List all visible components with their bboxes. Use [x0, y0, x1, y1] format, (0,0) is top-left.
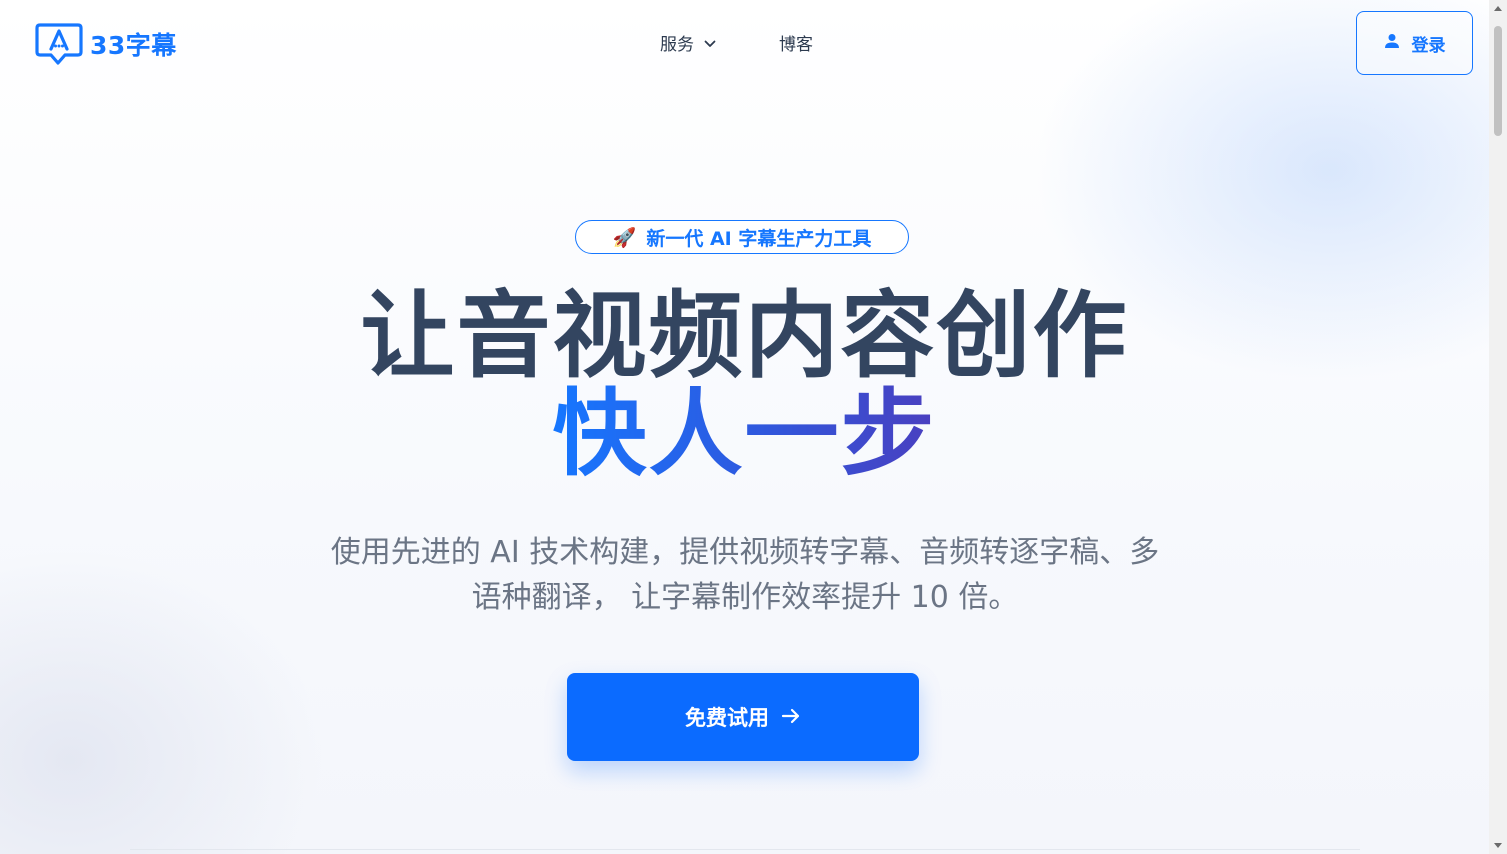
- free-trial-label: 免费试用: [685, 706, 769, 730]
- page-scrollbar[interactable]: [1489, 0, 1507, 854]
- hero-subtitle-line1: 使用先进的 AI 技术构建，提供视频转字幕、音频转逐字稿、多: [330, 535, 1160, 570]
- hero-badge-text: 新一代 AI 字幕生产力工具: [646, 227, 872, 250]
- rocket-icon: 🚀: [612, 226, 637, 249]
- hero-headline-highlight: 快人一步: [552, 380, 937, 489]
- free-trial-button[interactable]: 免费试用: [567, 673, 919, 761]
- login-button[interactable]: 登录: [1356, 11, 1473, 75]
- subtitle-bubble-icon: [34, 22, 84, 66]
- user-icon: [1384, 33, 1400, 54]
- nav-item-services-label: 服务: [660, 35, 694, 55]
- main-nav: 服务 博客: [660, 30, 813, 55]
- nav-item-blog-label: 博客: [779, 35, 813, 55]
- nav-item-blog[interactable]: 博客: [779, 30, 813, 55]
- hero-headline-line2: 快人一步: [0, 380, 1489, 490]
- chevron-down-icon: [704, 33, 716, 53]
- scroll-up-icon[interactable]: [1494, 6, 1502, 11]
- arrow-right-icon: [781, 705, 801, 729]
- scrollbar-thumb[interactable]: [1494, 26, 1502, 136]
- section-divider: [130, 849, 1360, 850]
- scroll-down-icon[interactable]: [1494, 843, 1502, 848]
- login-label: 登录: [1411, 35, 1446, 56]
- nav-item-services[interactable]: 服务: [660, 30, 716, 55]
- hero-headline-line1: 让音视频内容创作: [360, 282, 1129, 391]
- hero-subtitle-line2: 语种翻译， 让字幕制作效率提升 10 倍。: [471, 580, 1019, 615]
- logo-text: 33字幕: [90, 31, 177, 60]
- logo[interactable]: 33字幕: [34, 22, 177, 66]
- hero-badge: 🚀 新一代 AI 字幕生产力工具: [575, 220, 909, 254]
- hero-subtitle: 使用先进的 AI 技术构建，提供视频转字幕、音频转逐字稿、多 语种翻译， 让字幕…: [280, 530, 1210, 620]
